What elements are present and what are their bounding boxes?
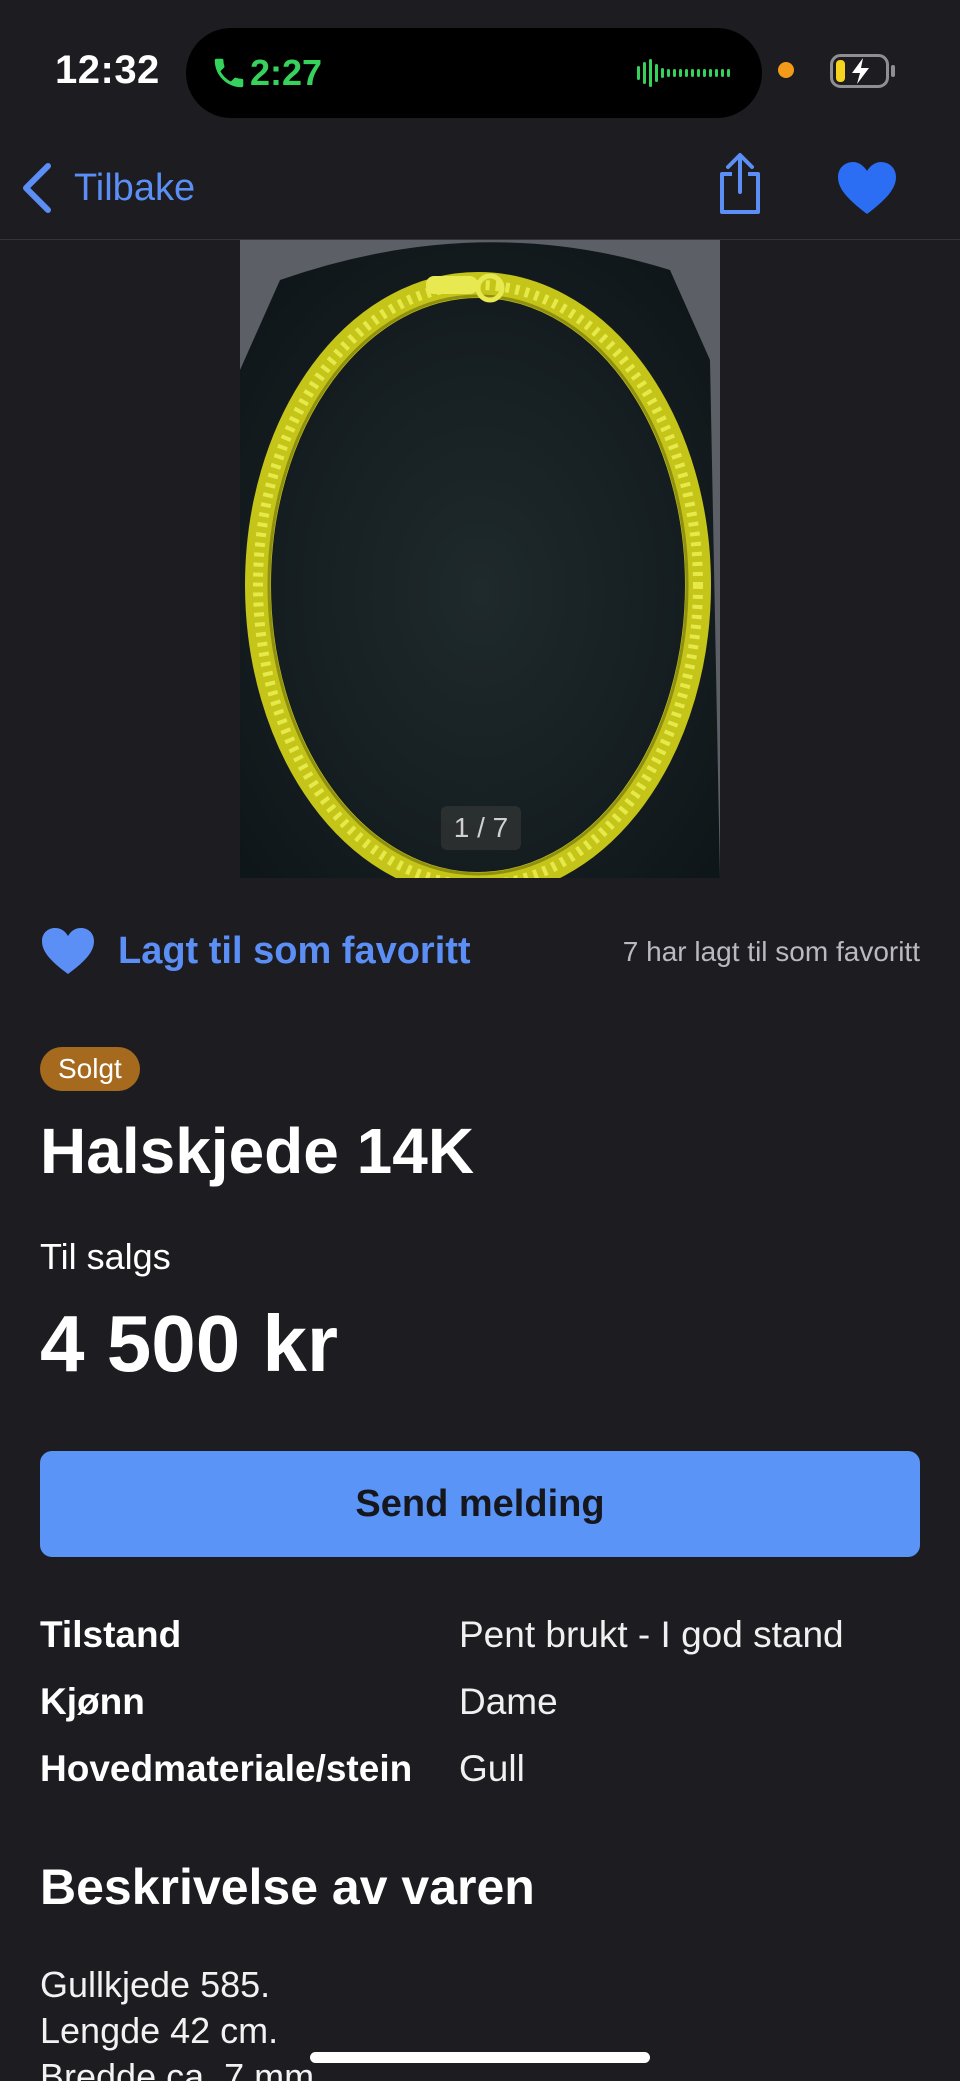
sale-type-label: Til salgs bbox=[40, 1236, 171, 1277]
favorite-count: 7 har lagt til som favoritt bbox=[622, 936, 920, 967]
home-indicator[interactable] bbox=[310, 2052, 650, 2063]
spec-row-condition: Tilstand Pent brukt - I god stand bbox=[40, 1614, 920, 1681]
spec-row-material: Hovedmateriale/stein Gull bbox=[40, 1748, 920, 1815]
listing-price: 4 500 kr bbox=[40, 1299, 339, 1388]
heart-filled-icon[interactable] bbox=[40, 926, 96, 976]
status-badge: Solgt bbox=[40, 1047, 140, 1091]
description-line: Gullkjede 585. bbox=[40, 1964, 271, 2005]
listing-title: Halskjede 14K bbox=[40, 1115, 475, 1187]
battery-charging-icon bbox=[830, 54, 895, 88]
product-image-gallery[interactable]: 1 / 7 bbox=[240, 240, 720, 878]
back-label: Tilbake bbox=[74, 166, 196, 209]
camera-indicator-icon bbox=[778, 62, 794, 78]
back-button[interactable]: Tilbake bbox=[20, 158, 195, 218]
heart-filled-icon[interactable] bbox=[836, 160, 898, 216]
navigation-bar: Tilbake bbox=[0, 140, 960, 240]
spec-row-gender: Kjønn Dame bbox=[40, 1681, 920, 1748]
spec-value: Pent brukt - I god stand bbox=[459, 1614, 844, 1655]
description-line: Lengde 42 cm. bbox=[40, 2010, 279, 2051]
phone-icon bbox=[214, 58, 244, 88]
listing-page: 12:32 2:27 Tilbake 1 / 7 Lagt til som fa… bbox=[0, 0, 960, 2081]
send-message-button[interactable]: Send melding bbox=[40, 1451, 920, 1557]
spec-key: Tilstand bbox=[40, 1614, 182, 1655]
description-line: Bredde ca. 7 mm. bbox=[40, 2056, 325, 2081]
status-bar: 12:32 2:27 bbox=[0, 0, 960, 140]
product-image bbox=[240, 240, 720, 878]
share-icon[interactable] bbox=[714, 152, 766, 216]
description-heading: Beskrivelse av varen bbox=[40, 1859, 535, 1915]
call-duration: 2:27 bbox=[250, 52, 323, 93]
audio-waveform-icon bbox=[637, 58, 730, 88]
spec-value: Gull bbox=[459, 1748, 525, 1789]
chevron-left-icon bbox=[23, 163, 51, 213]
image-counter: 1 / 7 bbox=[441, 806, 521, 850]
status-time: 12:32 bbox=[55, 48, 160, 92]
favorite-row: Lagt til som favoritt 7 har lagt til som… bbox=[40, 922, 920, 982]
favorite-toggle-label[interactable]: Lagt til som favoritt bbox=[118, 930, 471, 973]
spec-key: Kjønn bbox=[40, 1681, 145, 1722]
spec-key: Hovedmateriale/stein bbox=[40, 1748, 413, 1789]
spec-list: Tilstand Pent brukt - I god stand Kjønn … bbox=[40, 1614, 920, 1815]
description-text: Gullkjede 585. Lengde 42 cm. Bredde ca. … bbox=[40, 1962, 324, 2081]
dynamic-island[interactable]: 2:27 bbox=[186, 28, 762, 118]
spec-value: Dame bbox=[459, 1681, 558, 1722]
